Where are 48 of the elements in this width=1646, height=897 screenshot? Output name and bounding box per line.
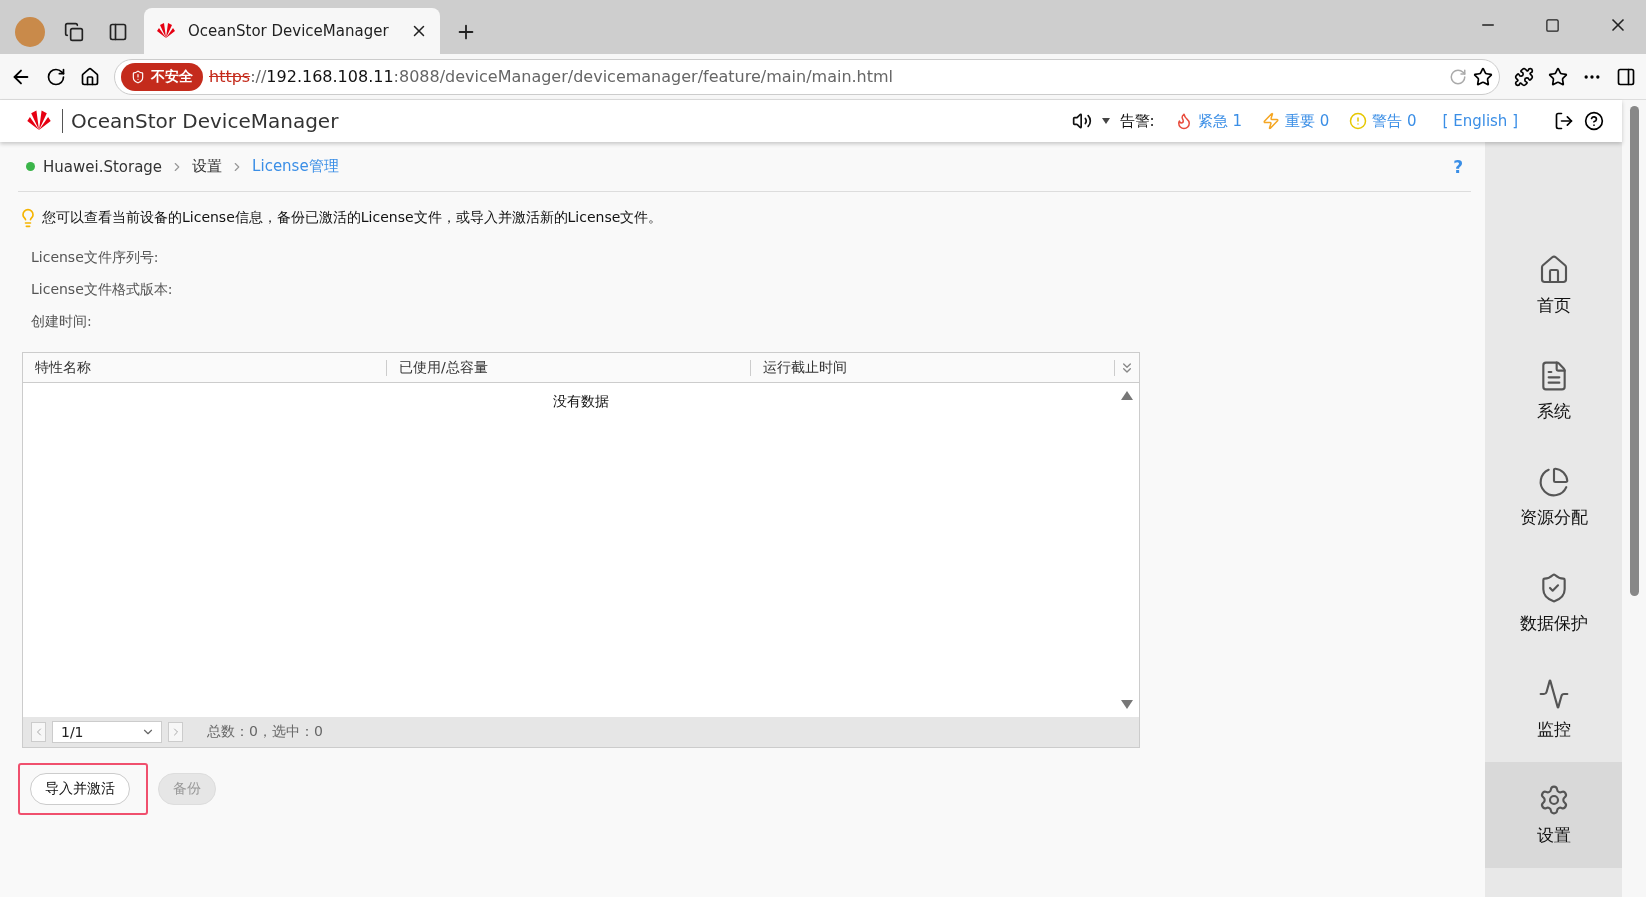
caret-icon[interactable] bbox=[1101, 118, 1110, 124]
column-header[interactable]: 运行截止时间 bbox=[763, 358, 847, 377]
nav-item[interactable]: 数据保护 bbox=[1485, 550, 1622, 656]
breadcrumb-item[interactable]: 设置 bbox=[192, 157, 223, 176]
maximize-icon[interactable] bbox=[1545, 17, 1560, 33]
address-field[interactable]: 不安全 https://192.168.108.11:8088/deviceManager/devicemanager/feature/main/main.html bbox=[114, 58, 1500, 95]
nav-item[interactable]: 首页 bbox=[1485, 232, 1622, 338]
help-icon[interactable] bbox=[1584, 111, 1604, 131]
alarm-label: 告警: bbox=[1119, 111, 1155, 131]
sidebar-icon[interactable] bbox=[1616, 66, 1636, 87]
favorites-icon[interactable] bbox=[1548, 66, 1568, 87]
logout-icon[interactable] bbox=[1554, 111, 1574, 131]
pie-chart-icon bbox=[1537, 465, 1570, 498]
logo-icon bbox=[26, 109, 52, 133]
breadcrumb-item[interactable]: Huawei.Storage bbox=[43, 157, 163, 176]
app-title: OceanStor DeviceManager bbox=[62, 109, 339, 133]
browser-tab[interactable]: OceanStor DeviceManager bbox=[144, 8, 440, 54]
favorite-icon[interactable] bbox=[1473, 66, 1493, 87]
speaker-icon[interactable] bbox=[1071, 111, 1092, 131]
nav-item[interactable]: 资源分配 bbox=[1485, 444, 1622, 550]
alarm-icon bbox=[1349, 112, 1368, 130]
extensions-icon[interactable] bbox=[1514, 66, 1534, 87]
logo-icon bbox=[156, 22, 176, 40]
field-label: 创建时间: bbox=[31, 313, 92, 331]
reload-icon[interactable] bbox=[46, 66, 66, 87]
field-label: License文件格式版本: bbox=[31, 281, 173, 299]
workspaces-icon[interactable] bbox=[64, 22, 84, 42]
nav-item[interactable]: 监控 bbox=[1485, 656, 1622, 762]
status-dot bbox=[26, 162, 35, 171]
home-icon[interactable] bbox=[80, 66, 100, 87]
alarm-count[interactable]: 重要 0 bbox=[1284, 111, 1330, 131]
alarm-icon bbox=[1261, 112, 1280, 130]
hint-text: 您可以查看当前设备的License信息，备份已激活的License文件，或导入并激活新的License文件。 bbox=[42, 209, 663, 227]
field-label: License文件序列号: bbox=[31, 249, 159, 267]
tab-actions-icon[interactable] bbox=[108, 22, 128, 42]
nav-item[interactable]: 系统 bbox=[1485, 338, 1622, 444]
scroll-up-icon[interactable] bbox=[1121, 391, 1133, 400]
page-select[interactable]: 1/1 bbox=[52, 721, 162, 743]
empty-message: 没有数据 bbox=[553, 393, 609, 411]
column-header[interactable]: 已使用/总容量 bbox=[399, 358, 488, 377]
action-button[interactable]: 导入并激活 bbox=[30, 773, 130, 805]
pulse-icon bbox=[1537, 677, 1570, 710]
table-summary: 总数：0，选中：0 bbox=[207, 723, 323, 741]
alarm-count[interactable]: 紧急 1 bbox=[1197, 111, 1242, 131]
scrollbar-thumb[interactable] bbox=[1629, 106, 1639, 596]
column-header[interactable]: 特性名称 bbox=[35, 358, 91, 377]
nav-item[interactable]: 设置 bbox=[1485, 762, 1622, 868]
security-badge[interactable]: 不安全 bbox=[121, 62, 203, 91]
